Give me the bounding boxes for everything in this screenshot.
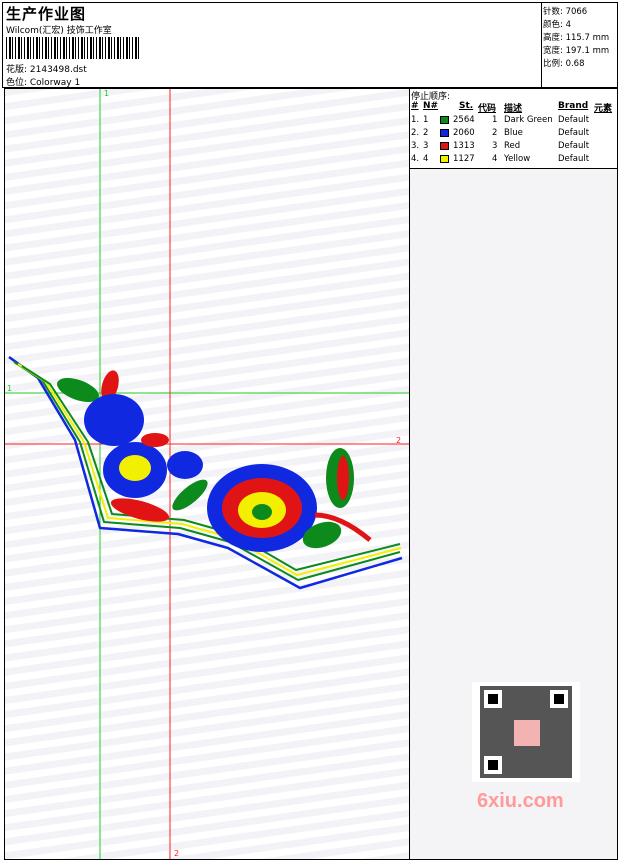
watermark-text: 6xiu.com <box>477 790 564 812</box>
guide-label-h2: 2 <box>396 436 402 445</box>
bud-blue <box>167 451 203 479</box>
qr-logo <box>514 720 540 746</box>
flower-big-center <box>252 504 272 520</box>
guide-label-v1: 1 <box>104 89 110 98</box>
guide-label-v2: 2 <box>174 849 180 858</box>
petal-red-small <box>141 433 169 447</box>
guide-label-h1: 1 <box>7 384 13 393</box>
flower-mid-center <box>119 455 151 481</box>
leaf-right-vein <box>337 456 349 500</box>
embroidery-artwork <box>5 89 580 859</box>
leaf-mid-green <box>172 479 208 511</box>
flower-left-blue <box>84 394 144 446</box>
